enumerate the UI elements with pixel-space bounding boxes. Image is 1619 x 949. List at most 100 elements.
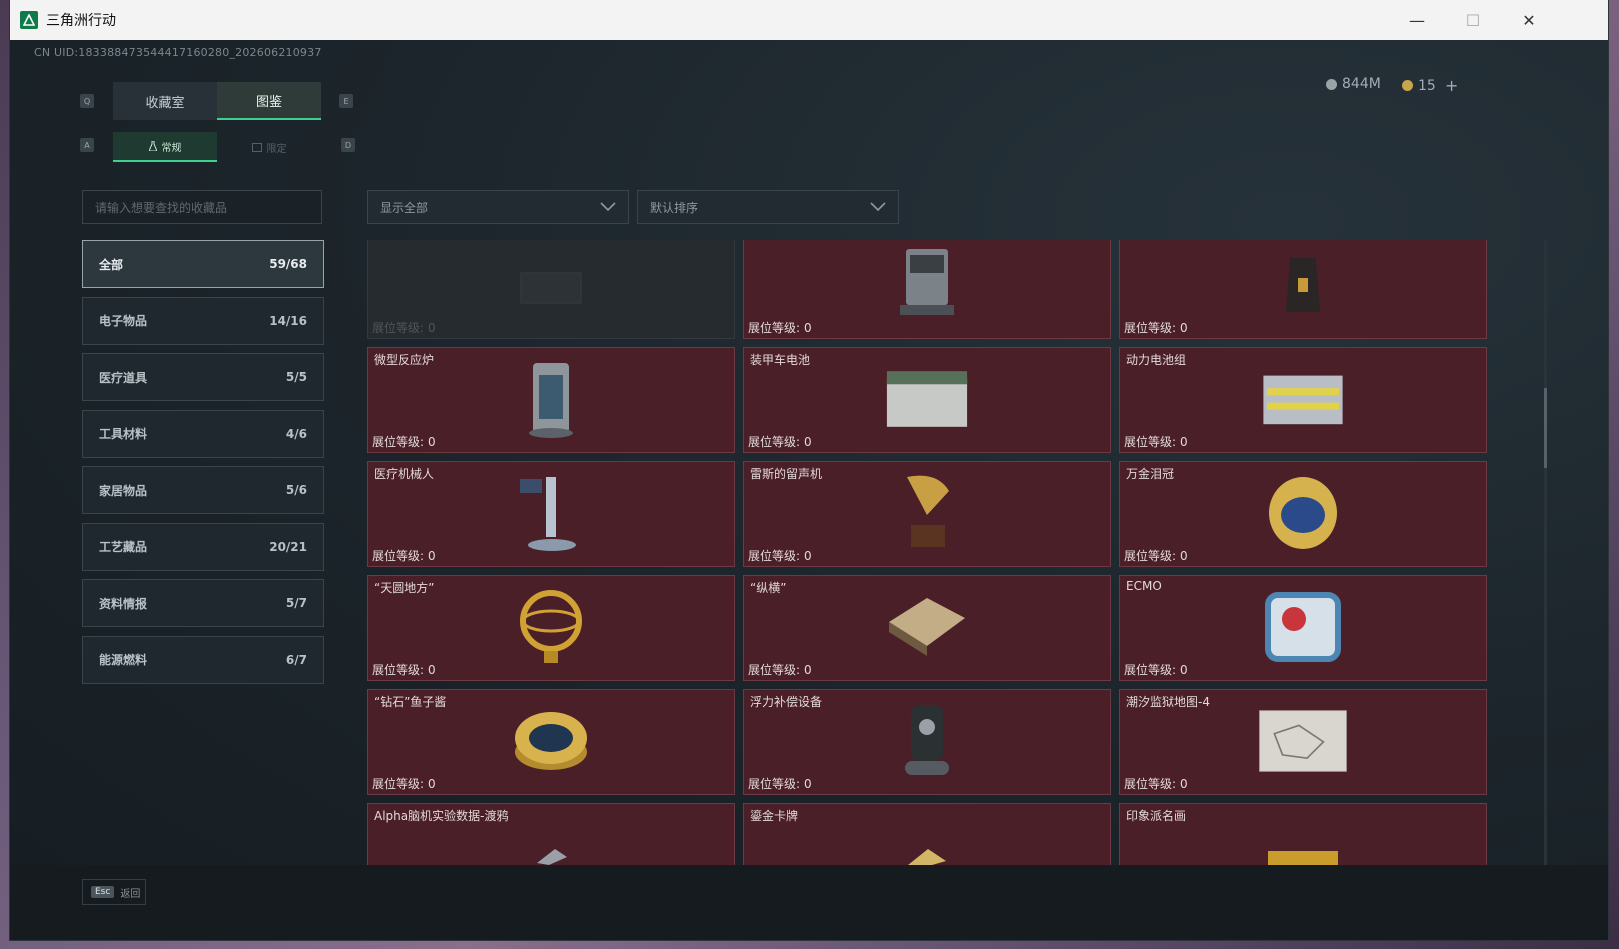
card-level: 展位等级: 0 bbox=[748, 433, 812, 450]
maximize-button[interactable]: ☐ bbox=[1444, 0, 1502, 40]
gold-card-icon bbox=[882, 812, 972, 872]
close-icon: ✕ bbox=[1522, 10, 1536, 30]
collection-card[interactable]: 雷斯的留声机 展位等级: 0 bbox=[743, 461, 1111, 567]
category-count: 5/6 bbox=[285, 483, 307, 497]
level-label: 展位等级: bbox=[748, 549, 801, 563]
search-input[interactable]: 请输入想要查找的收藏品 bbox=[82, 190, 322, 224]
collection-card[interactable]: 展位等级: 0 bbox=[743, 240, 1111, 339]
tab-label: 图鉴 bbox=[255, 94, 282, 110]
category-item[interactable]: 资料情报 5/7 bbox=[82, 579, 324, 627]
collection-card[interactable]: “钻石”鱼子酱 展位等级: 0 bbox=[367, 689, 735, 795]
category-label: 工艺藏品 bbox=[99, 540, 148, 554]
back-label: 返回 bbox=[120, 888, 141, 900]
tab-label: 常规 bbox=[161, 142, 182, 154]
back-button[interactable]: Esc 返回 bbox=[82, 879, 146, 905]
tab-collection-room[interactable]: 收藏室 bbox=[113, 82, 217, 120]
collection-card[interactable]: 动力电池组 展位等级: 0 bbox=[1119, 347, 1487, 453]
collection-card[interactable]: Alpha脑机实验数据-渡鸦 bbox=[367, 803, 735, 872]
level-label: 展位等级: bbox=[748, 777, 801, 791]
category-item[interactable]: 医疗道具 5/5 bbox=[82, 353, 324, 401]
close-button[interactable]: ✕ bbox=[1500, 0, 1558, 40]
card-level: 展位等级: 0 bbox=[748, 775, 812, 792]
power-battery-pack-icon bbox=[1258, 356, 1348, 442]
category-item[interactable]: 工艺藏品 20/21 bbox=[82, 522, 324, 571]
category-item[interactable]: 工具材料 4/6 bbox=[82, 409, 324, 458]
silver-coin-icon bbox=[1326, 78, 1337, 90]
collection-card[interactable]: 印象派名画 bbox=[1119, 803, 1487, 872]
sort-dropdown[interactable]: 默认排序 bbox=[637, 190, 899, 224]
collection-card[interactable]: 万金泪冠 展位等级: 0 bbox=[1119, 461, 1487, 567]
collection-card[interactable]: “纵横” 展位等级: 0 bbox=[743, 575, 1111, 681]
category-item[interactable]: 全部 59/68 bbox=[82, 240, 324, 288]
card-item-name: “天圆地方” bbox=[374, 581, 435, 595]
add-currency-button[interactable]: + bbox=[1445, 76, 1458, 95]
jeweled-crown-icon bbox=[1258, 470, 1348, 556]
card-level: 展位等级: 0 bbox=[748, 319, 812, 336]
armored-battery-icon bbox=[882, 356, 972, 442]
ecmo-machine-icon bbox=[1258, 584, 1348, 670]
card-item-name: 医疗机械人 bbox=[374, 467, 435, 481]
display-filter-dropdown[interactable]: 显示全部 bbox=[367, 190, 629, 224]
collection-card[interactable]: 潮汐监狱地图-4 展位等级: 0 bbox=[1119, 689, 1487, 795]
collection-card[interactable]: 展位等级: 0 bbox=[367, 240, 735, 339]
category-item[interactable]: 能源燃料 6/7 bbox=[82, 635, 324, 684]
level-label: 展位等级: bbox=[748, 321, 801, 335]
card-item-name: “纵横” bbox=[750, 581, 787, 595]
category-count: 14/16 bbox=[269, 313, 307, 328]
collection-card[interactable]: 展位等级: 0 bbox=[1119, 240, 1487, 339]
card-level: 展位等级: 0 bbox=[372, 547, 436, 564]
title-bar: 三角洲行动 — ☐ ✕ bbox=[10, 0, 1608, 40]
app-window: 三角洲行动 — ☐ ✕ CN UID:1833884735444171602​8… bbox=[10, 0, 1608, 940]
key-a-hint: A bbox=[80, 138, 94, 152]
category-item[interactable]: 电子物品 14/16 bbox=[82, 296, 324, 345]
category-count: 5/5 bbox=[285, 370, 307, 384]
level-label: 展位等级: bbox=[1124, 549, 1177, 563]
grid-scrollbar[interactable] bbox=[1544, 240, 1547, 872]
main-content: CN UID:1833884735444171602​80_2026062109… bbox=[10, 40, 1608, 940]
card-item-name: 鎏金卡牌 bbox=[750, 809, 799, 823]
tab-codex[interactable]: 图鉴 bbox=[217, 82, 321, 120]
category-count: 20/21 bbox=[269, 539, 307, 554]
level-value: 0 bbox=[804, 321, 812, 335]
coffee-bag-icon bbox=[1258, 242, 1348, 328]
chevron-down-icon bbox=[870, 202, 886, 212]
category-label: 家居物品 bbox=[99, 483, 148, 498]
level-value: 0 bbox=[804, 663, 812, 677]
collection-card[interactable]: 微型反应炉 展位等级: 0 bbox=[367, 347, 735, 453]
silver-amount: 844M bbox=[1342, 76, 1381, 92]
armillary-sphere-icon bbox=[506, 584, 596, 670]
card-item-name: 动力电池组 bbox=[1126, 353, 1187, 367]
card-item-name: 浮力补偿设备 bbox=[750, 695, 823, 709]
card-item-name: 雷斯的留声机 bbox=[750, 467, 823, 481]
key-d-hint: D bbox=[341, 138, 355, 152]
card-level: 展位等级: 0 bbox=[748, 661, 812, 678]
level-value: 0 bbox=[1180, 321, 1188, 335]
collection-card[interactable]: 浮力补偿设备 展位等级: 0 bbox=[743, 689, 1111, 795]
minimize-icon: — bbox=[1409, 10, 1425, 30]
level-label: 展位等级: bbox=[372, 321, 425, 335]
collection-card[interactable]: 装甲车电池 展位等级: 0 bbox=[743, 347, 1111, 453]
chessboard-icon bbox=[882, 584, 972, 670]
medical-robot-icon bbox=[506, 470, 596, 556]
level-value: 0 bbox=[804, 435, 812, 449]
collection-card[interactable]: “天圆地方” 展位等级: 0 bbox=[367, 575, 735, 681]
sweeping-robot-icon bbox=[882, 242, 972, 328]
category-item[interactable]: 家居物品 5/6 bbox=[82, 466, 324, 514]
level-value: 0 bbox=[1180, 549, 1188, 563]
scrollbar-thumb[interactable] bbox=[1544, 388, 1547, 468]
chevron-down-icon bbox=[600, 202, 616, 212]
collection-card[interactable]: 鎏金卡牌 bbox=[743, 803, 1111, 872]
category-label: 能源燃料 bbox=[99, 653, 148, 667]
category-label: 资料情报 bbox=[99, 596, 148, 611]
tab-regular[interactable]: 常规 bbox=[113, 132, 217, 162]
collection-card[interactable]: 医疗机械人展位等级: 0 bbox=[367, 461, 735, 567]
card-item-name: ECMO bbox=[1126, 579, 1162, 593]
collection-card[interactable]: ECMO 展位等级: 0 bbox=[1119, 575, 1487, 681]
search-placeholder: 请输入想要查找的收藏品 bbox=[95, 200, 228, 215]
minimize-button[interactable]: — bbox=[1388, 0, 1446, 40]
data-drive-icon bbox=[506, 812, 596, 872]
collection-grid: 展位等级: 0 展位等级: 0 展位等级: 0 微型反应炉 展位等级: 0 装甲车电池 展位等级: 0… bbox=[365, 240, 1537, 872]
level-label: 展位等级: bbox=[1124, 663, 1177, 677]
key-q-hint: Q bbox=[80, 94, 94, 108]
tab-limited[interactable]: 限定 bbox=[217, 132, 321, 162]
